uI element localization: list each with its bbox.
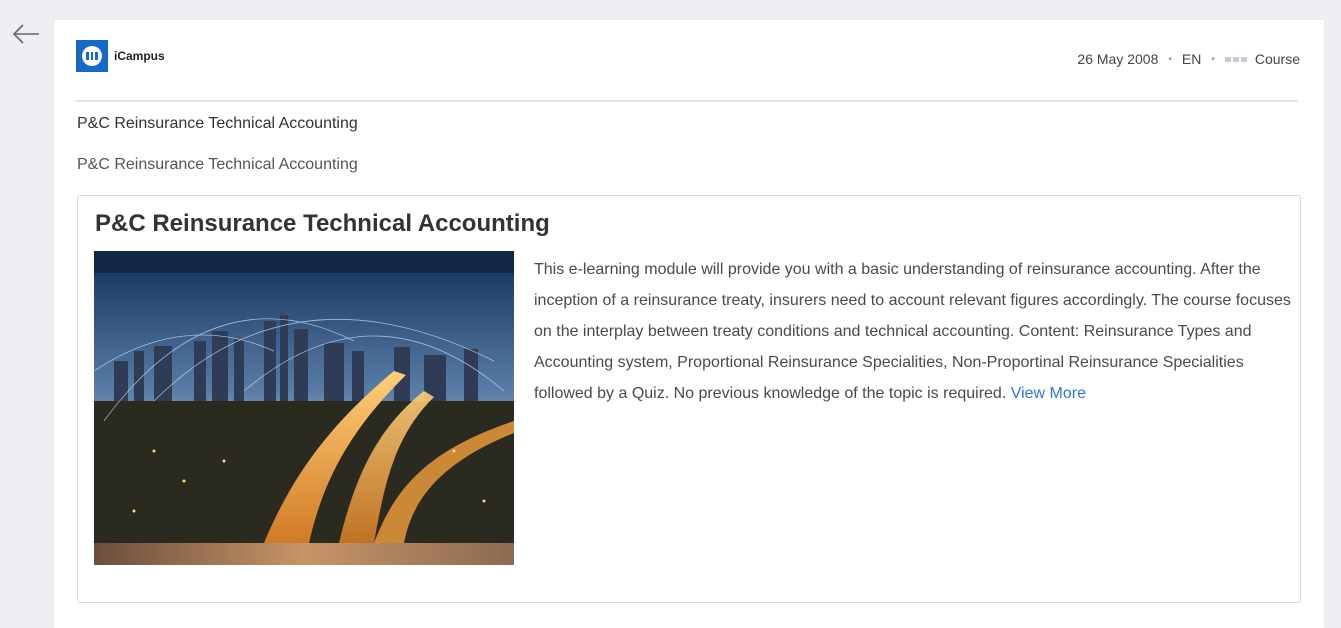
- type-label: Course: [1254, 51, 1300, 67]
- logo-text: iCampus: [114, 49, 165, 63]
- language-label: EN: [1181, 51, 1202, 67]
- course-image: [94, 251, 514, 565]
- publish-date: 26 May 2008: [1077, 51, 1159, 67]
- divider: [76, 100, 1298, 102]
- breadcrumb-primary: P&C Reinsurance Technical Accounting: [77, 115, 358, 132]
- separator: •: [1168, 53, 1172, 65]
- content-panel: iCampus 26 May 2008 • EN • Course P&C Re…: [54, 20, 1324, 628]
- course-title: P&C Reinsurance Technical Accounting: [95, 210, 550, 237]
- arrow-left-icon: [12, 24, 39, 44]
- university-icon: [76, 40, 108, 72]
- course-description: This e-learning module will provide you …: [534, 254, 1294, 409]
- course-meta: 26 May 2008 • EN • Course: [1077, 51, 1300, 67]
- course-card: P&C Reinsurance Technical Accounting Thi…: [77, 195, 1301, 603]
- course-type-icon: [1224, 56, 1247, 62]
- breadcrumb-secondary: P&C Reinsurance Technical Accounting: [77, 156, 358, 173]
- back-button[interactable]: [10, 20, 42, 48]
- description-text: This e-learning module will provide you …: [534, 261, 1291, 402]
- view-more-link[interactable]: View More: [1011, 385, 1086, 402]
- separator: •: [1211, 53, 1215, 65]
- header: iCampus 26 May 2008 • EN • Course: [76, 40, 1300, 80]
